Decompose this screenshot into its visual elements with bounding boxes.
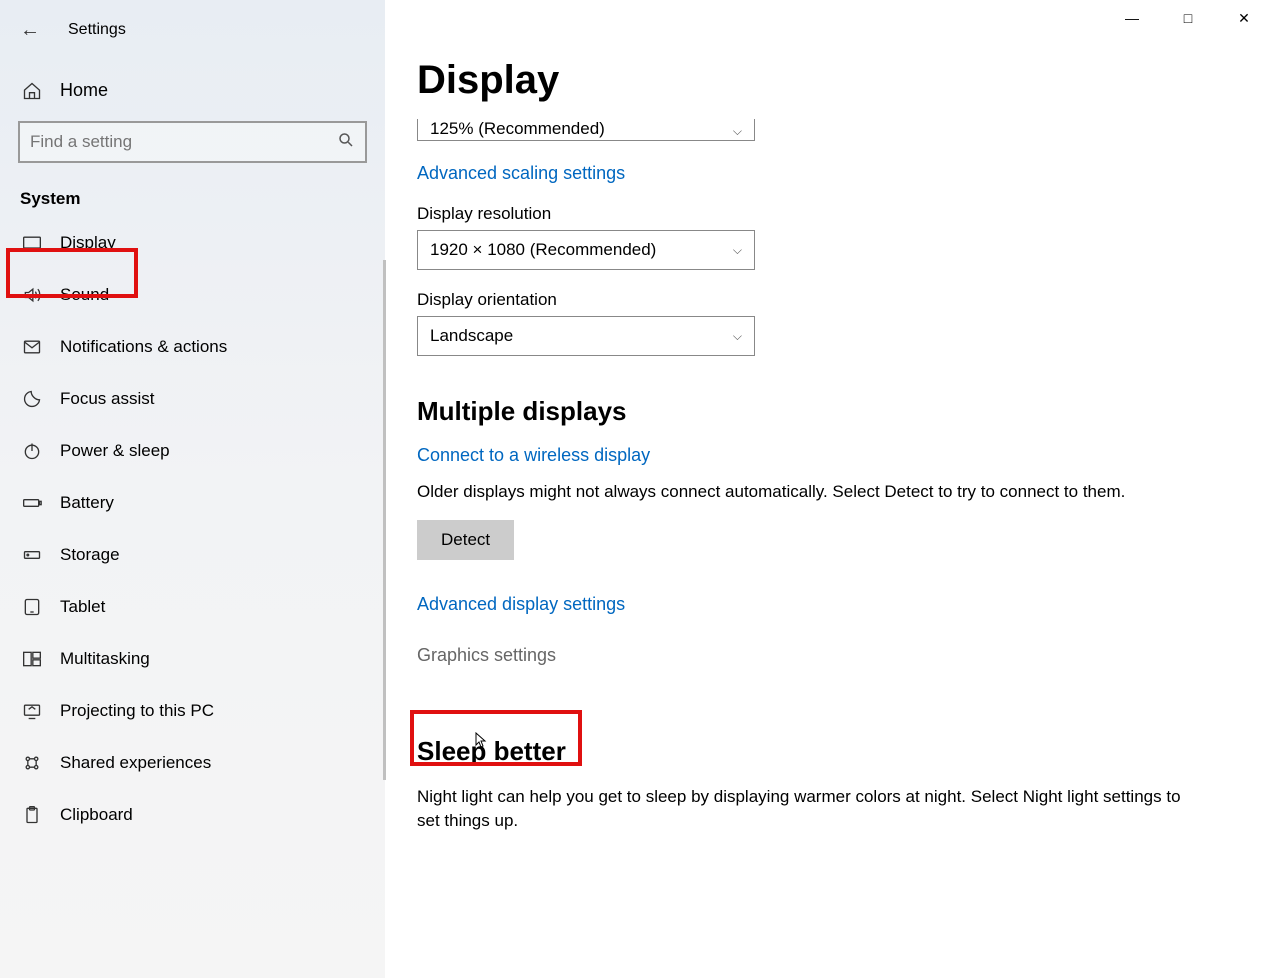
app-title: Settings [68,21,126,39]
sidebar-item-storage[interactable]: Storage [0,529,385,581]
multitasking-icon [22,649,42,669]
sidebar-item-home[interactable]: Home [0,66,385,115]
sleep-better-text: Night light can help you get to sleep by… [417,785,1197,833]
sidebar-item-notifications[interactable]: Notifications & actions [0,321,385,373]
home-label: Home [60,80,108,101]
battery-icon [22,493,42,513]
sidebar-item-battery[interactable]: Battery [0,477,385,529]
nav-label: Power & sleep [60,441,170,461]
notifications-icon [22,337,42,357]
nav-label: Shared experiences [60,753,211,773]
sidebar-item-power-sleep[interactable]: Power & sleep [0,425,385,477]
sound-icon [22,285,42,305]
nav-label: Projecting to this PC [60,701,214,721]
sidebar: ← Settings Home System Display Sound Not… [0,0,385,978]
nav-label: Clipboard [60,805,133,825]
minimize-button[interactable]: — [1104,0,1160,36]
storage-icon [22,545,42,565]
search-box[interactable] [18,121,367,163]
resolution-label: Display resolution [417,204,1232,224]
scale-dropdown[interactable]: 125% (Recommended) ⌵ [417,119,755,141]
sleep-better-title: Sleep better [417,736,1232,767]
search-icon [337,131,355,154]
sidebar-item-sound[interactable]: Sound [0,269,385,321]
display-icon [22,233,42,253]
window-controls: — □ ✕ [1104,0,1272,36]
advanced-scaling-link[interactable]: Advanced scaling settings [417,163,625,184]
sidebar-item-display[interactable]: Display [0,217,385,269]
shared-icon [22,753,42,773]
close-button[interactable]: ✕ [1216,0,1272,36]
orientation-value: Landscape [430,326,513,346]
advanced-display-link[interactable]: Advanced display settings [417,594,625,615]
nav-label: Focus assist [60,389,154,409]
content: Display 125% (Recommended) ⌵ Advanced sc… [385,0,1272,978]
sidebar-item-focus-assist[interactable]: Focus assist [0,373,385,425]
orientation-label: Display orientation [417,290,1232,310]
connect-wireless-link[interactable]: Connect to a wireless display [417,445,650,466]
search-input[interactable] [30,132,337,152]
maximize-button[interactable]: □ [1160,0,1216,36]
graphics-settings-link[interactable]: Graphics settings [417,645,556,666]
nav-label: Notifications & actions [60,337,227,357]
nav-label: Storage [60,545,120,565]
focus-assist-icon [22,389,42,409]
main: — □ ✕ Display 125% (Recommended) ⌵ Advan… [385,0,1272,978]
detect-button[interactable]: Detect [417,520,514,560]
section-header: System [0,163,385,217]
titlebar-left: ← Settings [0,8,385,52]
chevron-down-icon: ⌵ [733,124,742,139]
resolution-dropdown[interactable]: 1920 × 1080 (Recommended) ⌵ [417,230,755,270]
home-icon [22,81,42,101]
orientation-dropdown[interactable]: Landscape ⌵ [417,316,755,356]
back-arrow-icon[interactable]: ← [20,19,40,42]
clipboard-icon [22,805,42,825]
chevron-down-icon: ⌵ [733,243,742,258]
tablet-icon [22,597,42,617]
nav-label: Sound [60,285,109,305]
detect-help-text: Older displays might not always connect … [417,480,1197,504]
nav-label: Multitasking [60,649,150,669]
sidebar-item-multitasking[interactable]: Multitasking [0,633,385,685]
sidebar-item-shared-experiences[interactable]: Shared experiences [0,737,385,789]
projecting-icon [22,701,42,721]
nav-label: Tablet [60,597,105,617]
multiple-displays-title: Multiple displays [417,396,1232,427]
chevron-down-icon: ⌵ [733,329,742,344]
scale-value: 125% (Recommended) [430,119,605,139]
power-icon [22,441,42,461]
resolution-value: 1920 × 1080 (Recommended) [430,240,656,260]
nav-label: Battery [60,493,114,513]
nav-label: Display [60,233,116,253]
sidebar-item-projecting[interactable]: Projecting to this PC [0,685,385,737]
sidebar-item-clipboard[interactable]: Clipboard [0,789,385,841]
page-title: Display [417,58,1232,103]
sidebar-item-tablet[interactable]: Tablet [0,581,385,633]
